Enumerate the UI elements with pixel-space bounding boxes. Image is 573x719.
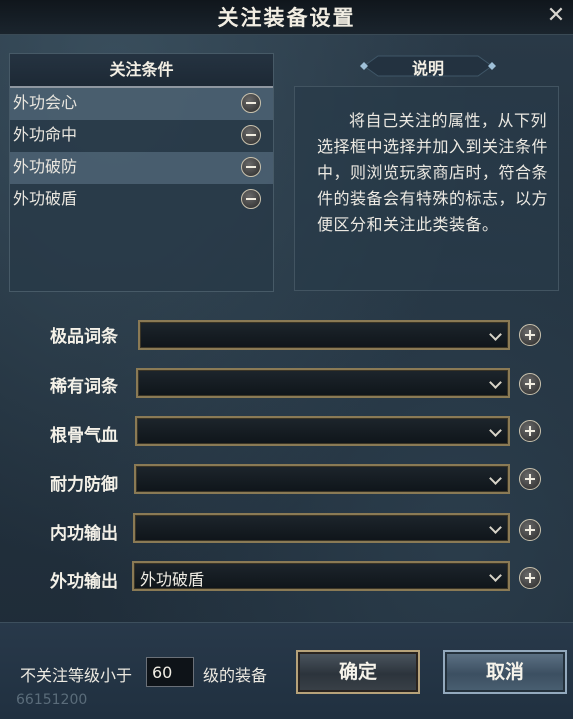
filter-dropdown[interactable] xyxy=(135,416,510,446)
level-suffix-text: 级的装备 xyxy=(203,666,268,685)
filter-dropdown[interactable] xyxy=(138,320,510,350)
close-icon[interactable]: ✕ xyxy=(543,2,569,30)
chevron-down-icon xyxy=(489,472,502,485)
description-tab: 说明 xyxy=(358,53,498,79)
condition-label: 外功破盾 xyxy=(13,189,78,208)
condition-label: 外功破防 xyxy=(13,157,78,176)
level-input[interactable] xyxy=(146,657,194,687)
add-condition-icon[interactable] xyxy=(519,468,541,490)
background-number: 66151200 xyxy=(16,692,88,708)
window-title: 关注装备设置 xyxy=(217,5,356,30)
confirm-button[interactable]: 确定 xyxy=(296,650,420,694)
chevron-down-icon xyxy=(489,569,502,582)
remove-condition-icon[interactable] xyxy=(241,125,261,145)
filter-label: 内功输出 xyxy=(50,524,118,544)
description-text: 将自己关注的属性，从下列选择框中选择并加入到关注条件中，则浏览玩家商店时，符合条… xyxy=(317,111,549,234)
filter-dropdown[interactable] xyxy=(136,368,510,398)
dropdown-value: 外功破盾 xyxy=(140,570,205,589)
title-bar: 关注装备设置 ✕ xyxy=(0,0,573,35)
remove-condition-icon[interactable] xyxy=(241,157,261,177)
condition-item[interactable]: 外功会心 xyxy=(10,88,273,120)
conditions-header: 关注条件 xyxy=(10,54,273,88)
condition-item[interactable]: 外功破防 xyxy=(10,152,273,184)
add-condition-icon[interactable] xyxy=(519,420,541,442)
conditions-panel: 关注条件 外功会心 外功命中 外功破防 外功破盾 xyxy=(9,53,274,292)
chevron-down-icon xyxy=(489,376,502,389)
filter-label: 耐力防御 xyxy=(50,475,118,495)
filter-dropdown[interactable] xyxy=(134,464,510,494)
description-box: 将自己关注的属性，从下列选择框中选择并加入到关注条件中，则浏览玩家商店时，符合条… xyxy=(294,86,559,291)
add-condition-icon[interactable] xyxy=(519,567,541,589)
chevron-down-icon xyxy=(489,521,502,534)
add-condition-icon[interactable] xyxy=(519,324,541,346)
condition-label: 外功命中 xyxy=(13,125,78,144)
filter-dropdown[interactable]: 外功破盾 xyxy=(132,561,510,591)
cancel-button[interactable]: 取消 xyxy=(443,650,567,694)
condition-label: 外功会心 xyxy=(13,93,78,112)
condition-item[interactable]: 外功破盾 xyxy=(10,184,273,216)
filter-label: 外功输出 xyxy=(50,572,118,592)
chevron-down-icon xyxy=(489,424,502,437)
filter-label: 根骨气血 xyxy=(50,426,118,446)
filter-label: 稀有词条 xyxy=(50,377,118,397)
remove-condition-icon[interactable] xyxy=(241,93,261,113)
level-prefix-text: 不关注等级小于 xyxy=(20,666,133,685)
filter-dropdown[interactable] xyxy=(133,513,510,543)
chevron-down-icon xyxy=(489,328,502,341)
condition-item[interactable]: 外功命中 xyxy=(10,120,273,152)
add-condition-icon[interactable] xyxy=(519,519,541,541)
remove-condition-icon[interactable] xyxy=(241,189,261,209)
description-tab-label: 说明 xyxy=(411,59,444,78)
filter-label: 极品词条 xyxy=(50,327,118,347)
add-condition-icon[interactable] xyxy=(519,373,541,395)
